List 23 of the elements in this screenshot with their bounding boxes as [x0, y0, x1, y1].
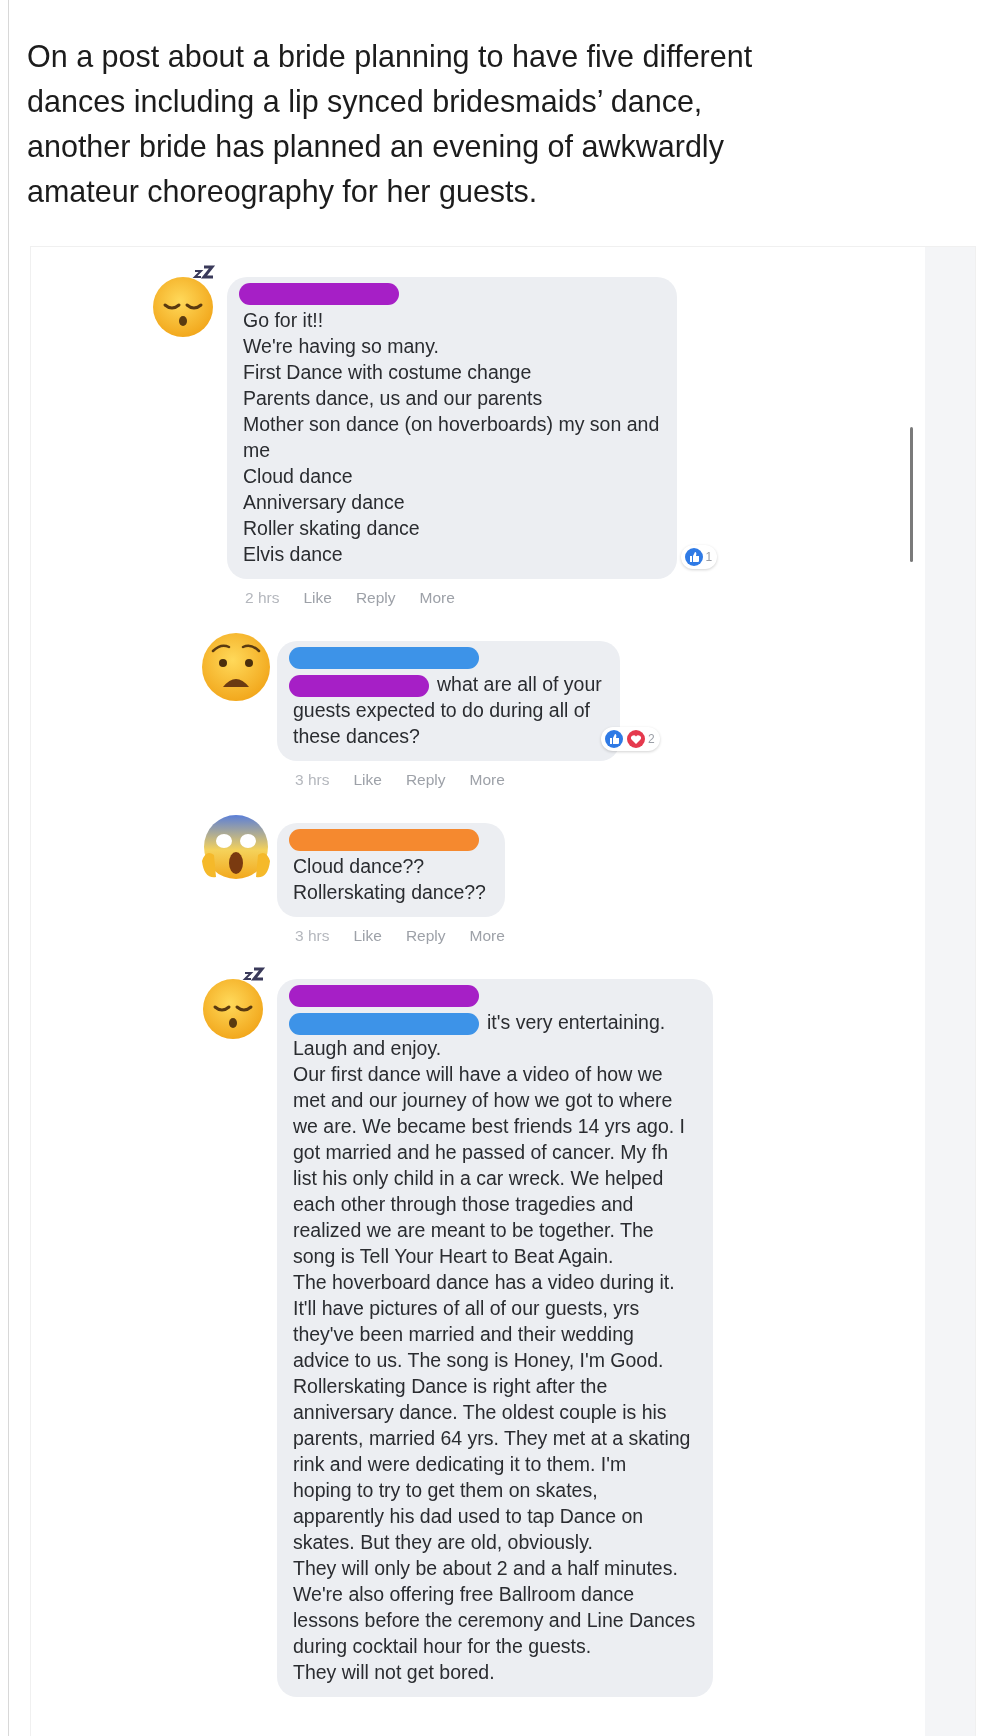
comment-action-link[interactable]: Like [353, 927, 382, 945]
scrollbar[interactable] [910, 427, 913, 562]
comment-text: Cloud dance?? Rollerskating dance?? [293, 854, 487, 905]
comment-action-link[interactable]: More [419, 589, 455, 607]
comment-action-link[interactable]: More [469, 927, 505, 945]
comment-action-link[interactable]: More [469, 771, 505, 789]
love-reaction-icon [626, 729, 647, 749]
comment-action-link[interactable]: Like [303, 589, 332, 607]
timestamp: 2 hrs [245, 589, 280, 607]
caption-text: On a post about a bride planning to have five different dances including a lip synced bridesmaids’ dance, another bride has planned an evening of awkwardly amateur choreography for her guests. [27, 38, 754, 211]
timestamp: 3 hrs [295, 771, 330, 789]
comment-action-link[interactable]: Reply [405, 771, 446, 789]
comment-action-link[interactable]: Reply [355, 589, 396, 607]
comment-text: Go for it!! We're having so many. First Dance with costume change Parents dance, us and our parents Mother son dance (on hoverboards) my son and me Cloud dance Anniversary dance Roller skating dance Elvis dance [243, 308, 660, 567]
timestamp: 3 hrs [295, 927, 330, 945]
comment-text: it's very entertaining. Laugh and enjoy. Our first dance will have a video of how we met and our journey of how we got to where we are. We became best friends 14 yrs ago. I got married and he passed of cancer. My fh list his only child in a car wreck. We helped each other through those tragedies and realized we are meant to be together. The song is Tell Your Heart to Beat Again. The hoverboard dance has a video during it. It'll have pictures of all of our guests, yrs they've been married and their wedding advice to us. The song is Honey, I'm Good. Rollerskating Dance is right after the anniversary dance. The oldest couple is his parents, married 64 yrs. They met at a skating rink and were dedicating it to them. I'm hoping to try to get them on skates, apparently his dad used to tap Dance on skates. But they are old, obviously. They will only be about 2 and a half minutes. We're also offering free Ballroom dance lessons before the ceremony and Line Dances during cocktail hour for the guests. They will not get bored. [293, 1009, 696, 1685]
like-reaction-icon [683, 547, 704, 567]
like-reaction-icon [604, 729, 625, 749]
comment-action-link[interactable]: Like [353, 771, 382, 789]
reaction-badge[interactable]: 2 [601, 727, 660, 751]
comment-action-link[interactable]: Reply [405, 927, 446, 945]
reaction-badge[interactable]: 1 [680, 545, 718, 569]
comment-text: what are all of your guests expected to do during all of these dances? [293, 671, 602, 749]
